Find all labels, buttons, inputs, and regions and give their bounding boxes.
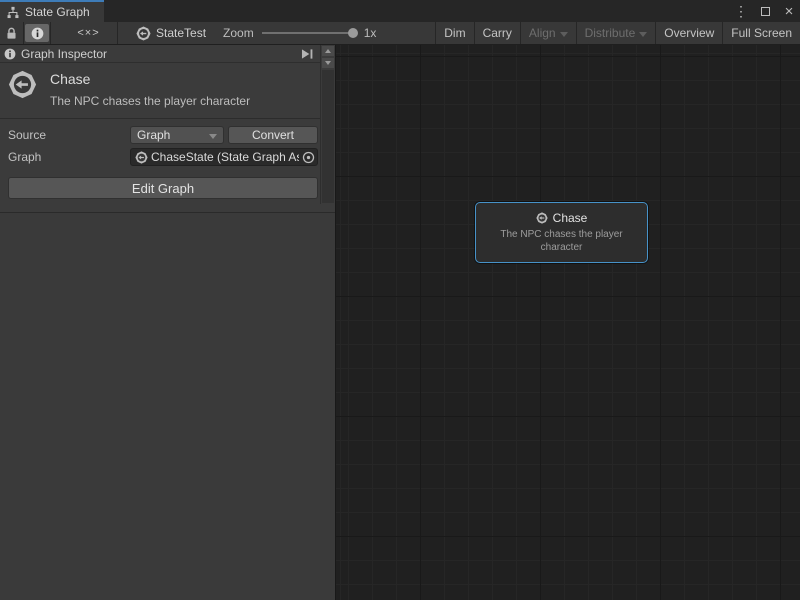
lock-icon[interactable] [0,22,23,44]
scroll-up-icon[interactable] [322,46,334,56]
toolbar-right-group: Dim Carry Align Distribute Overview F [435,22,800,44]
inspector-empty-area [0,213,335,600]
toolbar-button-carry[interactable]: Carry [475,22,520,44]
zoom-label: Zoom [223,26,254,40]
graph-row: Graph ChaseState (State Graph Ass [8,148,320,166]
source-dropdown[interactable]: Graph [130,126,224,144]
state-icon [135,151,148,164]
graph-inspector-header: Graph Inspector [0,45,320,63]
info-icon [31,27,44,40]
node-title: Chase [553,211,588,225]
graph-object-field[interactable]: ChaseState (State Graph Ass [130,148,318,166]
edit-graph-button[interactable]: Edit Graph [8,177,318,199]
state-reference-label: StateTest [156,26,206,40]
source-label: Source [8,128,130,142]
inspector-scrollbar [320,45,335,204]
graph-toolbar: <×> StateTest Zoom 1x Dim Carry Align [0,22,800,45]
zoom-slider[interactable] [262,32,354,34]
graph-label: Graph [8,150,130,164]
tab-state-graph[interactable]: State Graph [0,0,104,22]
source-row: Source Graph Convert [8,126,320,144]
object-picker-icon[interactable] [302,151,315,164]
toolbar-button-distribute[interactable]: Distribute [577,22,656,44]
state-icon [536,212,548,224]
window-maximize-icon[interactable] [758,3,772,19]
toolbar-button-dim[interactable]: Dim [436,22,473,44]
scroll-down-icon[interactable] [322,58,334,68]
toolbar-button-full-screen[interactable]: Full Screen [723,22,800,44]
state-icon [136,26,151,41]
window-menu-icon[interactable]: ⋮ [734,3,748,19]
chase-state-node[interactable]: Chase The NPC chases the player characte… [475,202,648,263]
window-close-icon[interactable]: × [782,3,796,19]
inspector-fields: Source Graph Convert Graph Ch [0,119,320,170]
graph-hierarchy-icon [6,6,20,19]
info-icon [4,48,16,60]
tab-bar: State Graph ⋮ × [0,0,800,22]
info-toggle-button[interactable] [25,24,49,42]
state-reference-breadcrumb[interactable]: StateTest [136,22,206,44]
node-description: The NPC chases the player character [476,228,647,254]
source-dropdown-value: Graph [137,128,209,142]
state-icon [8,70,37,99]
state-description: The NPC chases the player character [50,94,250,108]
graph-inspector-panel: Graph Inspector Chase The NPC chases th [0,45,336,600]
chevron-down-icon [560,32,568,37]
state-graph-window: State Graph ⋮ × <×> State [0,0,800,600]
graph-canvas[interactable]: Chase The NPC chases the player characte… [336,45,800,600]
chevron-down-icon [639,32,647,37]
zoom-control: Zoom 1x [223,22,376,44]
graph-inspector-title: Graph Inspector [21,47,293,61]
graph-object-value: ChaseState (State Graph Ass [151,150,299,164]
state-title: Chase [50,71,250,87]
code-preview-button[interactable]: <×> [60,22,117,44]
dock-panel-icon[interactable] [298,47,316,61]
scrollbar-track[interactable] [322,70,334,203]
convert-button[interactable]: Convert [228,126,318,144]
tab-title: State Graph [25,5,90,19]
toolbar-button-align[interactable]: Align [521,22,576,44]
state-summary: Chase The NPC chases the player characte… [0,63,320,119]
chevron-down-icon [209,134,217,139]
window-controls: ⋮ × [734,0,796,22]
zoom-value: 1x [364,26,377,40]
toolbar-button-overview[interactable]: Overview [656,22,722,44]
zoom-slider-handle[interactable] [348,28,358,38]
